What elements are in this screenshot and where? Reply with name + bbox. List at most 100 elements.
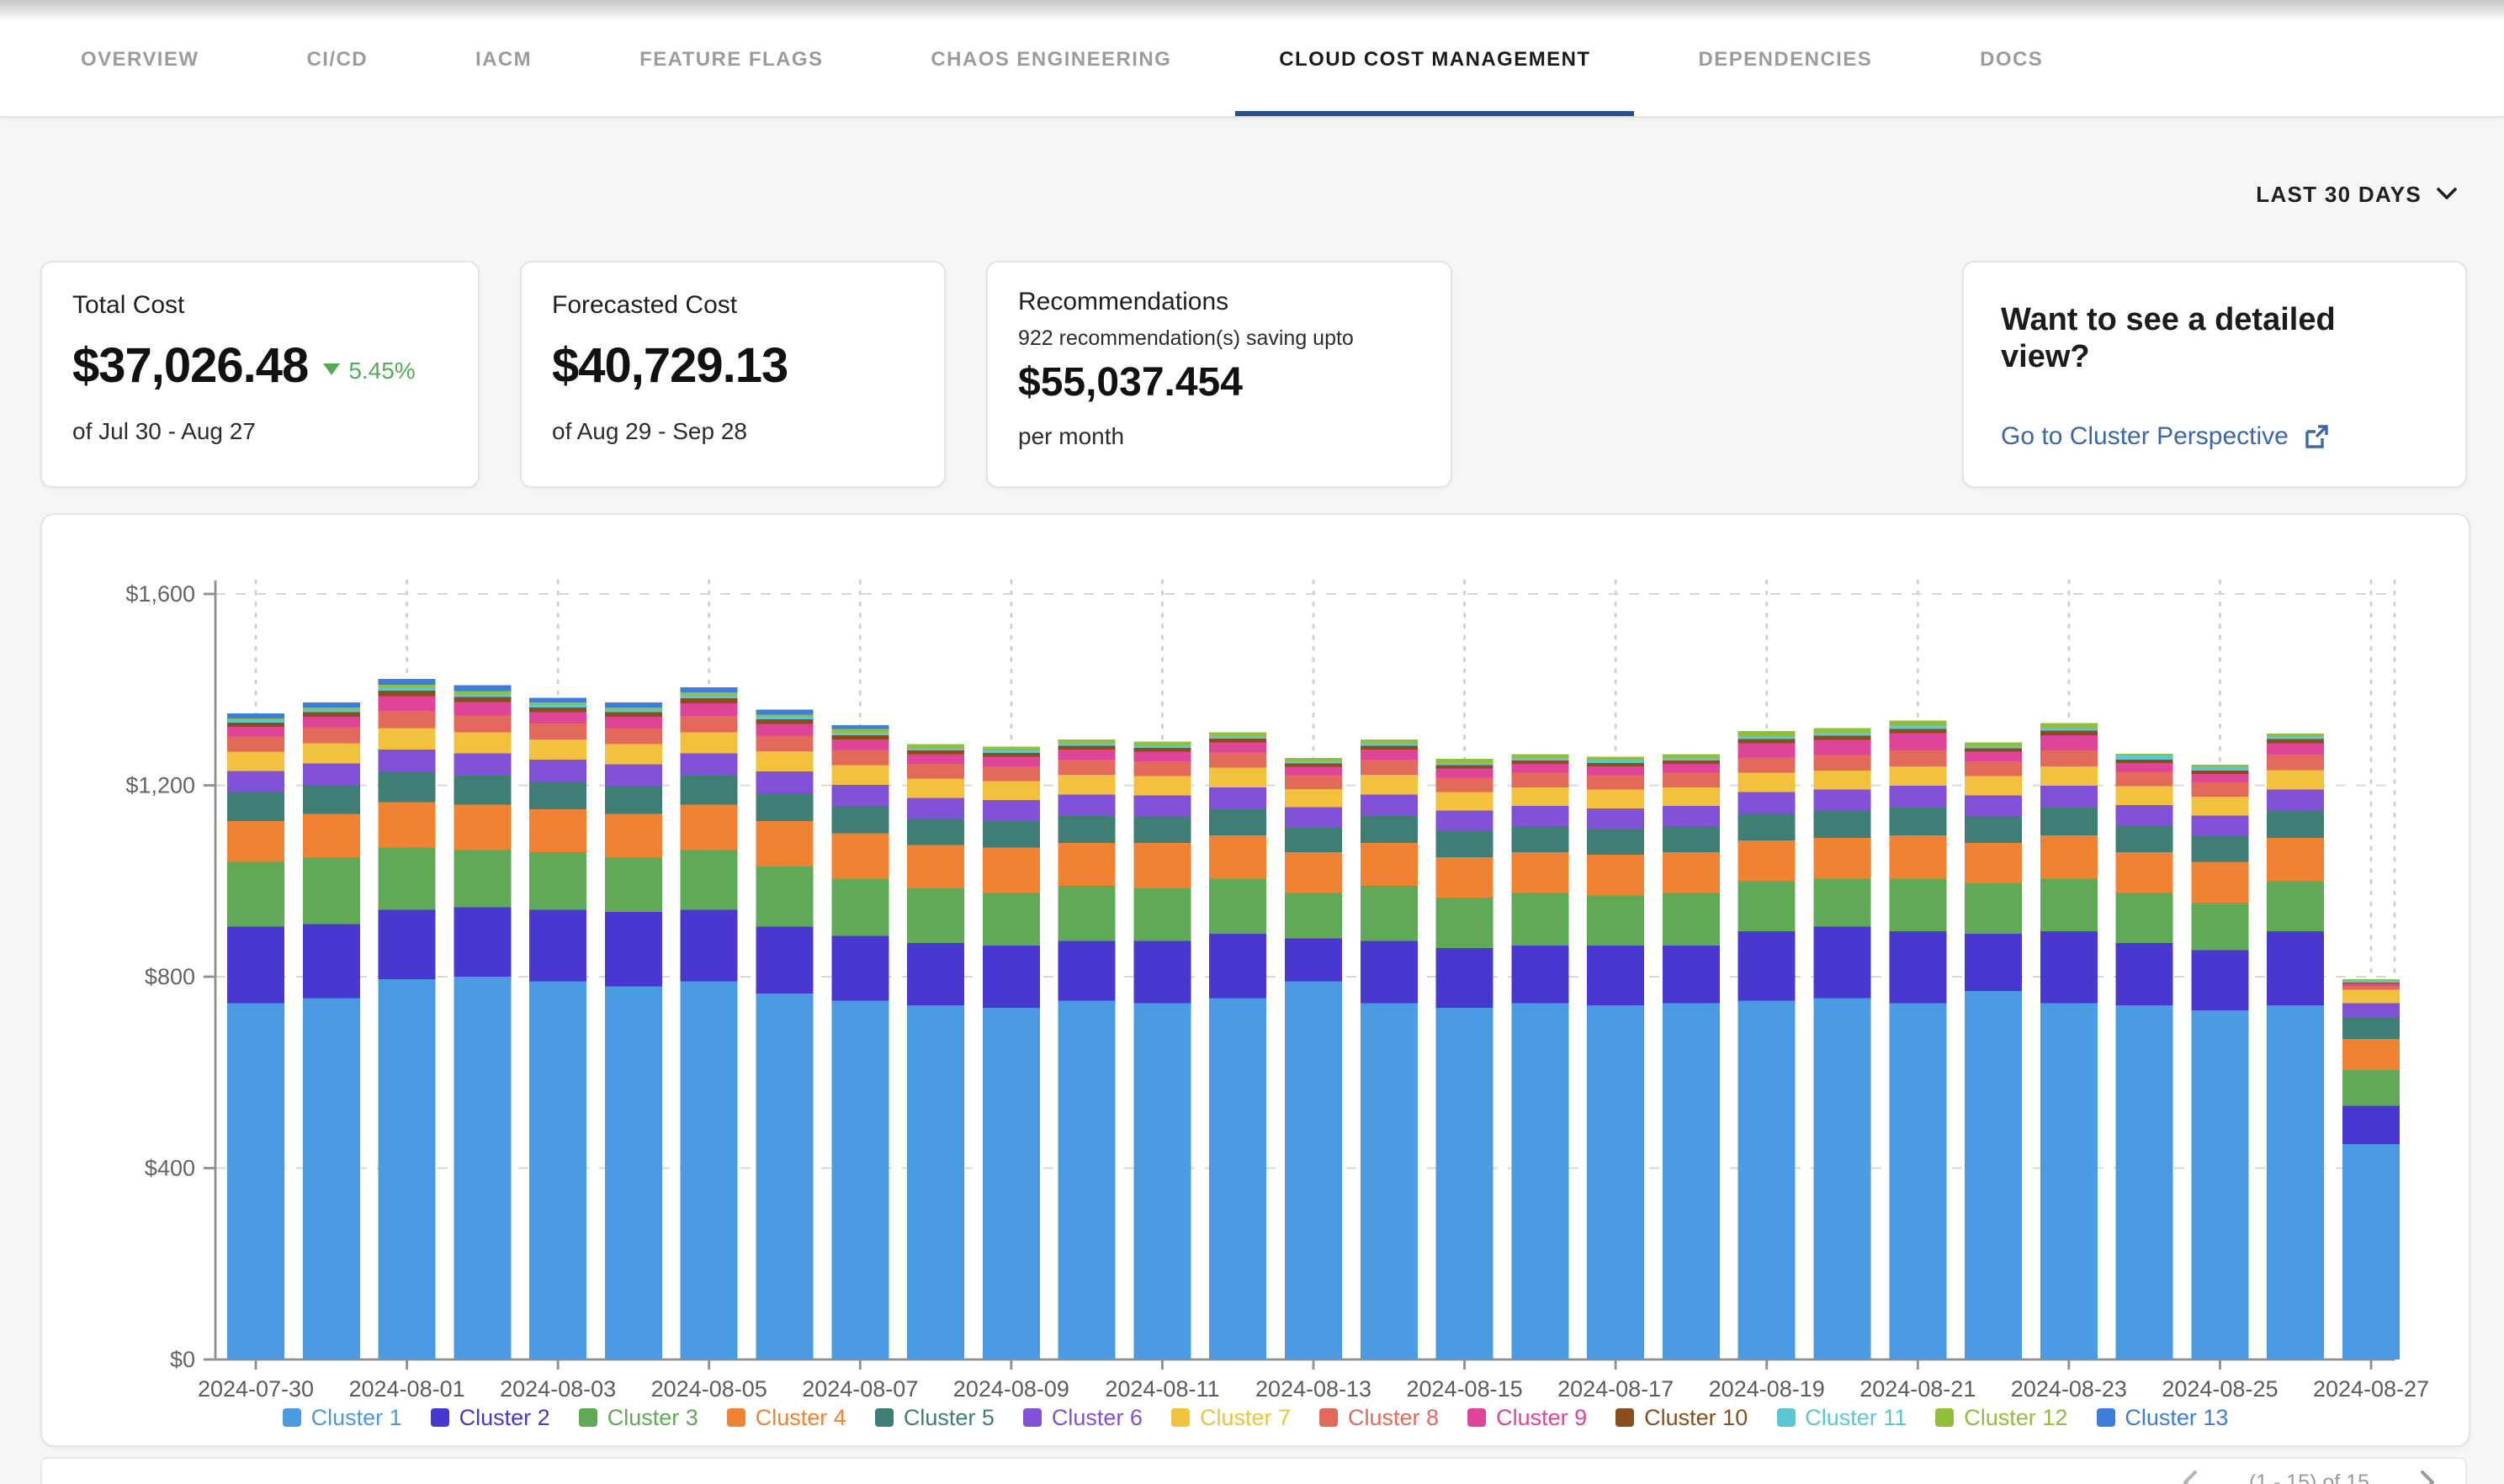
legend-item-cluster-3[interactable]: Cluster 3	[579, 1405, 698, 1430]
legend-item-cluster-13[interactable]: Cluster 13	[2096, 1405, 2228, 1430]
chart-bar-segment[interactable]	[907, 748, 964, 750]
chart-bar-segment[interactable]	[1965, 843, 2022, 883]
chart-bar-segment[interactable]	[605, 912, 662, 986]
chart-bar-segment[interactable]	[227, 752, 284, 771]
chart-bar-segment[interactable]	[1209, 999, 1266, 1359]
chart-bar-segment[interactable]	[1814, 811, 1871, 838]
chart-bar-segment[interactable]	[454, 776, 511, 804]
chart-bar-segment[interactable]	[605, 764, 662, 786]
chart-bar-segment[interactable]	[529, 697, 586, 702]
tab-chaos-engineering[interactable]: CHAOS ENGINEERING	[887, 0, 1215, 116]
chart-bar-segment[interactable]	[1814, 926, 1871, 998]
chart-bar-segment[interactable]	[1511, 787, 1568, 806]
chart-bar-segment[interactable]	[1965, 816, 2022, 842]
chart-bar-segment[interactable]	[1209, 934, 1266, 999]
chart-bar-segment[interactable]	[1058, 843, 1116, 886]
chart-bar-segment[interactable]	[1361, 816, 1418, 843]
chart-bar-segment[interactable]	[756, 714, 814, 717]
chart-bar-segment[interactable]	[983, 1008, 1040, 1359]
chart-bar-segment[interactable]	[454, 691, 511, 693]
chart-bar-segment[interactable]	[1511, 852, 1568, 893]
chart-bar-segment[interactable]	[1814, 735, 1871, 739]
chart-bar-segment[interactable]	[2040, 878, 2098, 931]
chart-bar-segment[interactable]	[303, 710, 360, 713]
chart-bar-segment[interactable]	[1436, 811, 1493, 831]
chart-bar-segment[interactable]	[2040, 750, 2098, 766]
chart-bar-segment[interactable]	[1965, 934, 2022, 991]
chart-bar-segment[interactable]	[1285, 939, 1342, 982]
chart-bar-segment[interactable]	[379, 697, 436, 711]
chart-bar-segment[interactable]	[1965, 991, 2022, 1359]
chart-bar-segment[interactable]	[1738, 731, 1796, 736]
chart-bar-segment[interactable]	[831, 766, 889, 785]
chart-bar-segment[interactable]	[756, 771, 814, 793]
chart-bar-segment[interactable]	[1814, 999, 1871, 1359]
chart-bar-segment[interactable]	[1587, 761, 1644, 763]
chart-bar-segment[interactable]	[983, 750, 1040, 753]
chart-bar-segment[interactable]	[907, 745, 964, 749]
chart-bar-segment[interactable]	[1587, 808, 1644, 829]
tab-overview[interactable]: OVERVIEW	[37, 0, 242, 116]
tab-dependencies[interactable]: DEPENDENCIES	[1655, 0, 1917, 116]
cluster-perspective-link[interactable]: Go to Cluster Perspective	[2001, 422, 2428, 451]
chart-bar-segment[interactable]	[605, 702, 662, 708]
chart-bar-segment[interactable]	[2191, 815, 2248, 835]
chart-bar-segment[interactable]	[1965, 746, 2022, 749]
chart-bar-segment[interactable]	[605, 710, 662, 713]
chart-bar-segment[interactable]	[907, 798, 964, 819]
chart-bar-segment[interactable]	[2116, 754, 2173, 755]
chart-bar-segment[interactable]	[756, 793, 814, 821]
chart-bar-segment[interactable]	[831, 785, 889, 807]
chart-bar-segment[interactable]	[1209, 742, 1266, 752]
chart-bar-segment[interactable]	[227, 720, 284, 723]
chart-bar-segment[interactable]	[1436, 898, 1493, 948]
chart-bar-segment[interactable]	[1889, 721, 1946, 726]
chart-bar-segment[interactable]	[605, 814, 662, 857]
chart-bar-segment[interactable]	[2342, 989, 2400, 1003]
chart-bar-segment[interactable]	[303, 728, 360, 744]
chart-bar-segment[interactable]	[1587, 763, 1644, 766]
chart-bar-segment[interactable]	[1209, 767, 1266, 787]
chart-bar-segment[interactable]	[1361, 750, 1418, 760]
chart-bar-segment[interactable]	[1133, 776, 1191, 796]
chart-bar-segment[interactable]	[907, 943, 964, 1005]
chart-bar-segment[interactable]	[379, 909, 436, 978]
chart-bar-segment[interactable]	[605, 857, 662, 912]
chart-bar-segment[interactable]	[2267, 770, 2324, 789]
chart-bar-segment[interactable]	[1738, 743, 1796, 757]
chart-bar-segment[interactable]	[1889, 808, 1946, 835]
chart-bar-segment[interactable]	[907, 750, 964, 755]
chart-bar-segment[interactable]	[2116, 943, 2173, 1005]
chart-bar-segment[interactable]	[1965, 752, 2022, 761]
chart-bar-segment[interactable]	[529, 705, 586, 708]
chart-bar-segment[interactable]	[1663, 773, 1720, 787]
chart-bar-segment[interactable]	[1058, 745, 1116, 750]
chart-bar-segment[interactable]	[1436, 948, 1493, 1008]
prev-page-button[interactable]	[2177, 1467, 2205, 1484]
chart-bar-segment[interactable]	[681, 703, 738, 716]
chart-bar-segment[interactable]	[756, 710, 814, 715]
legend-item-cluster-10[interactable]: Cluster 10	[1615, 1405, 1748, 1430]
chart-bar-segment[interactable]	[1663, 806, 1720, 826]
chart-bar-segment[interactable]	[1133, 761, 1191, 776]
chart-bar-segment[interactable]	[2116, 772, 2173, 787]
chart-bar-segment[interactable]	[831, 878, 889, 935]
chart-bar-segment[interactable]	[983, 753, 1040, 757]
chart-bar-segment[interactable]	[1587, 855, 1644, 895]
chart-bar-segment[interactable]	[1663, 761, 1720, 764]
chart-bar-segment[interactable]	[1133, 795, 1191, 816]
chart-bar-segment[interactable]	[1361, 775, 1418, 794]
chart-bar-segment[interactable]	[1663, 764, 1720, 773]
chart-bar-segment[interactable]	[1361, 794, 1418, 816]
chart-bar-segment[interactable]	[227, 821, 284, 861]
chart-bar-segment[interactable]	[1436, 769, 1493, 778]
chart-bar-segment[interactable]	[1436, 857, 1493, 898]
chart-bar-segment[interactable]	[379, 711, 436, 728]
chart-bar-segment[interactable]	[227, 1003, 284, 1359]
chart-bar-segment[interactable]	[831, 729, 889, 733]
chart-bar-segment[interactable]	[529, 723, 586, 739]
chart-bar-segment[interactable]	[2342, 981, 2400, 983]
chart-bar-segment[interactable]	[2342, 1144, 2400, 1359]
chart-bar-segment[interactable]	[983, 756, 1040, 766]
chart-bar-segment[interactable]	[1587, 776, 1644, 790]
